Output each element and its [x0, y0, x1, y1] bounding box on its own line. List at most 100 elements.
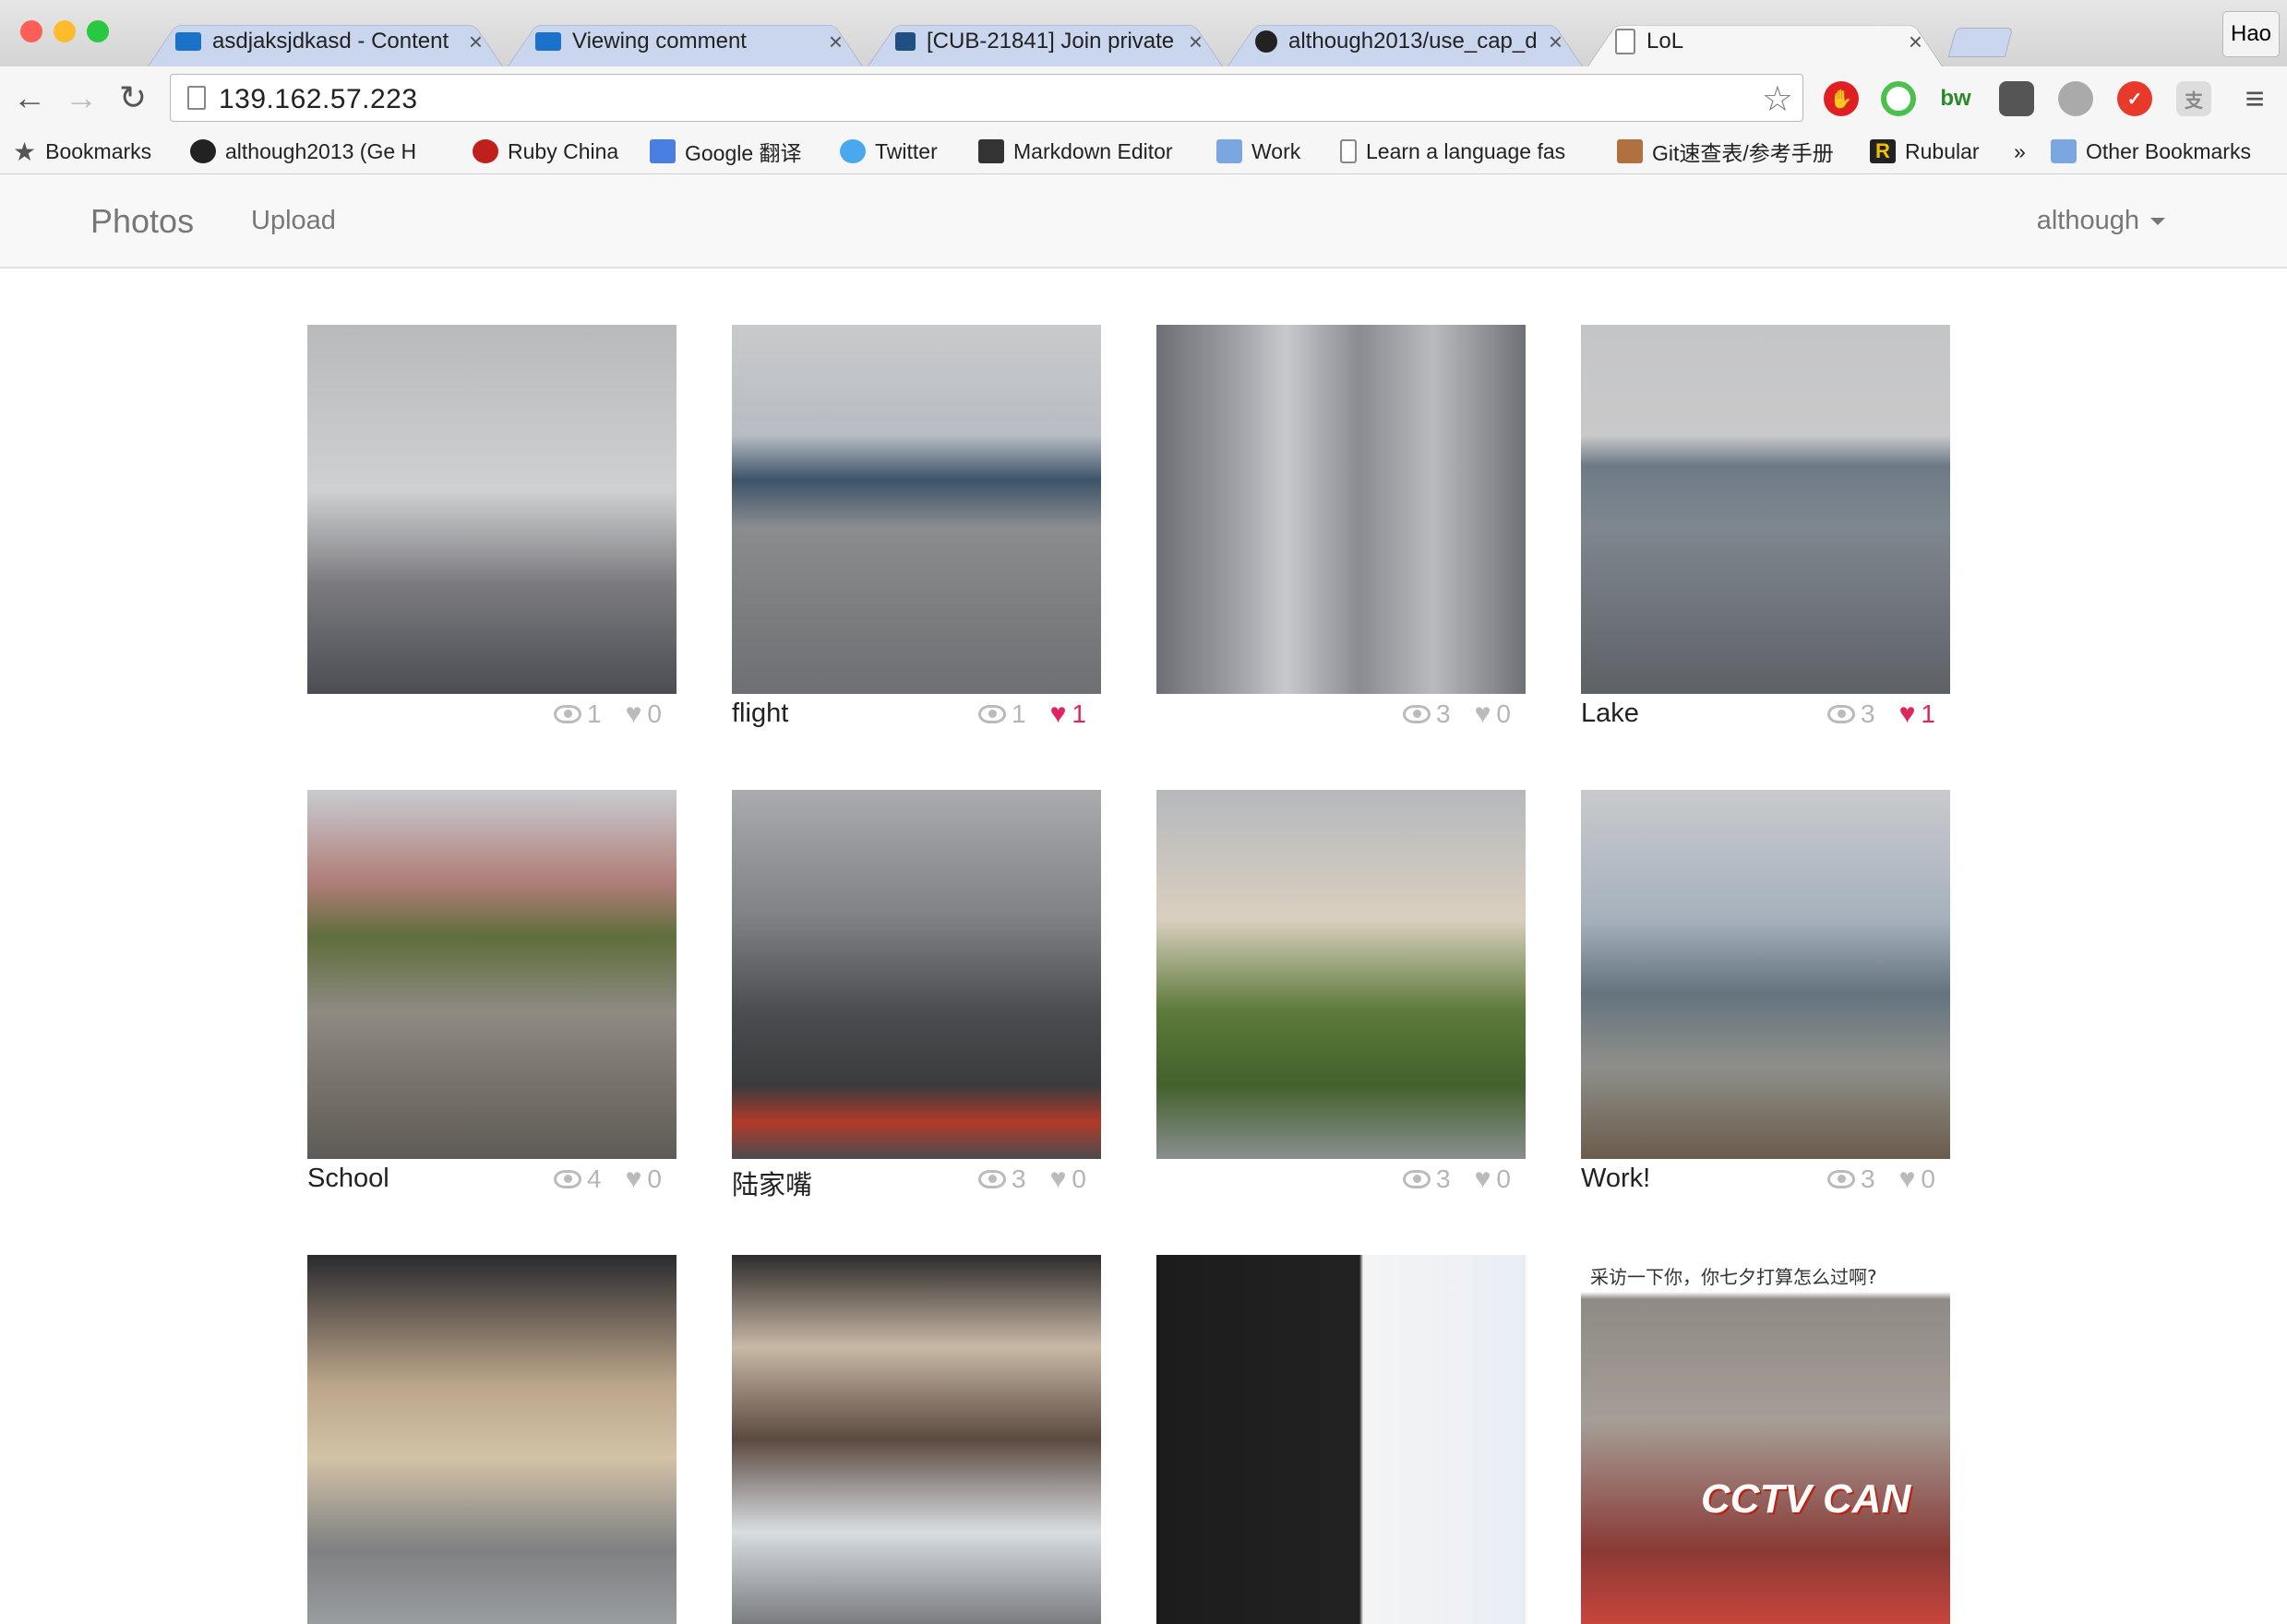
back-arrow-icon[interactable]: ←: [9, 78, 50, 116]
address-url[interactable]: 139.162.57.223: [219, 84, 418, 115]
photo-thumbnail[interactable]: [732, 790, 1101, 1159]
menu-icon[interactable]: ≡: [2237, 79, 2272, 117]
photo-thumbnail[interactable]: [1581, 790, 1950, 1159]
new-tab-button[interactable]: [1947, 28, 2014, 57]
photo-thumbnail[interactable]: [1156, 790, 1526, 1159]
user-menu[interactable]: although: [2037, 206, 2165, 236]
browser-tab-3[interactable]: [CUB-21841] Join private c ×: [868, 17, 1223, 67]
github-icon: [190, 139, 216, 163]
like-button[interactable]: ♥ 0: [626, 699, 662, 729]
browser-tab-4[interactable]: although2013/use_cap_dep ×: [1227, 17, 1583, 67]
photo-thumbnail[interactable]: [307, 1255, 677, 1624]
heart-icon[interactable]: ♥: [626, 700, 642, 728]
photo-card[interactable]: 3 ♥ 0: [1156, 790, 1526, 1193]
bookmarks-overflow-chevron[interactable]: »: [2014, 137, 2026, 166]
ruby-icon: [473, 139, 498, 163]
browser-tab-1[interactable]: asdjaksjdkasd - Content ×: [148, 17, 503, 67]
browser-tab-5-active[interactable]: LoL ×: [1587, 17, 1943, 67]
bookmark-item[interactable]: Ruby China: [473, 137, 618, 166]
heart-icon[interactable]: ♥: [626, 1165, 642, 1193]
like-button[interactable]: ♥ 1: [1899, 699, 1935, 729]
bookmark-item[interactable]: ★ Bookmarks: [13, 137, 151, 166]
heart-icon[interactable]: ♥: [1899, 700, 1916, 728]
photo-card[interactable]: School 4 ♥ 0: [307, 790, 677, 1193]
close-tab-icon[interactable]: ×: [1189, 28, 1203, 56]
heart-icon[interactable]: ♥: [1475, 700, 1491, 728]
browser-tab-2[interactable]: Viewing comment ×: [508, 17, 863, 67]
bookmark-star-icon[interactable]: ☆: [1762, 78, 1793, 120]
photo-card[interactable]: 1 ♥ 0: [307, 325, 677, 728]
photo-thumbnail[interactable]: [1581, 325, 1950, 694]
adblock-icon[interactable]: ✋: [1824, 81, 1859, 116]
like-button[interactable]: ♥ 0: [1899, 1164, 1935, 1194]
close-window-button[interactable]: [20, 20, 42, 42]
eye-icon: [1403, 1170, 1431, 1188]
jira-icon: [895, 32, 916, 51]
photo-card[interactable]: 采访一下你，你七夕打算怎么过啊? CCTV CAN: [1581, 1255, 1950, 1624]
photo-thumbnail[interactable]: 采访一下你，你七夕打算怎么过啊? CCTV CAN: [1581, 1255, 1950, 1624]
maximize-window-button[interactable]: [87, 20, 109, 42]
bookmark-folder[interactable]: Work: [1216, 137, 1300, 166]
green-circle-extension-icon[interactable]: [1881, 81, 1916, 116]
todoist-icon[interactable]: ✓: [2117, 81, 2152, 116]
like-button[interactable]: ♥ 0: [1050, 1164, 1086, 1194]
bookmark-item[interactable]: Markdown Editor: [978, 137, 1173, 166]
photo-card[interactable]: [1156, 1255, 1526, 1624]
close-tab-icon[interactable]: ×: [1909, 28, 1922, 56]
sap-icon: [175, 32, 201, 51]
forward-arrow-icon[interactable]: →: [61, 78, 102, 116]
photo-card[interactable]: [307, 1255, 677, 1624]
eye-icon: [1827, 1170, 1856, 1188]
brand-link[interactable]: Photos: [90, 202, 194, 241]
photo-thumbnail[interactable]: [1156, 325, 1526, 694]
eye-icon: [1827, 705, 1856, 723]
heart-icon[interactable]: ♥: [1475, 1165, 1491, 1193]
evernote-icon[interactable]: [1999, 81, 2034, 116]
view-count-value: 3: [1861, 1164, 1875, 1193]
photo-thumbnail[interactable]: [1156, 1255, 1526, 1624]
photo-card[interactable]: Lake 3 ♥ 1: [1581, 325, 1950, 728]
like-count-value: 0: [1921, 1164, 1935, 1193]
photo-thumbnail[interactable]: [307, 790, 677, 1159]
photo-card[interactable]: 3 ♥ 0: [1156, 325, 1526, 728]
close-tab-icon[interactable]: ×: [829, 28, 843, 56]
photo-thumbnail[interactable]: [307, 325, 677, 694]
bookmark-folder[interactable]: Other Bookmarks: [2051, 137, 2251, 166]
bw-extension-icon[interactable]: bw: [1938, 81, 1973, 116]
eye-icon: [554, 705, 582, 723]
bookmark-item[interactable]: Twitter: [840, 137, 938, 166]
heart-icon[interactable]: ♥: [1899, 1165, 1916, 1193]
photo-thumbnail[interactable]: [732, 325, 1101, 694]
markdown-icon: [978, 139, 1004, 163]
address-bar[interactable]: 139.162.57.223 ☆: [170, 74, 1803, 122]
bookmark-item[interactable]: although2013 (Ge H: [190, 137, 416, 166]
photo-caption: Lake: [1581, 699, 1639, 728]
minimize-window-button[interactable]: [54, 20, 76, 42]
shield-extension-icon[interactable]: 支: [2176, 81, 2211, 116]
photo-caption: School: [307, 1164, 389, 1193]
profile-button[interactable]: Hao: [2222, 11, 2280, 57]
like-count-value: 0: [1496, 699, 1511, 728]
speed-extension-icon[interactable]: [2058, 81, 2093, 116]
bookmark-label: Other Bookmarks: [2086, 138, 2251, 163]
close-tab-icon[interactable]: ×: [1549, 28, 1563, 56]
photo-card[interactable]: [732, 1255, 1101, 1624]
view-count-value: 3: [1861, 699, 1875, 728]
like-button[interactable]: ♥ 1: [1050, 699, 1086, 729]
upload-link[interactable]: Upload: [251, 206, 336, 236]
reload-icon[interactable]: ↻: [113, 78, 153, 116]
heart-icon[interactable]: ♥: [1050, 1165, 1067, 1193]
like-button[interactable]: ♥ 0: [1475, 699, 1511, 729]
photo-card[interactable]: 陆家嘴 3 ♥ 0: [732, 790, 1101, 1200]
photo-thumbnail[interactable]: [732, 1255, 1101, 1624]
like-button[interactable]: ♥ 0: [1475, 1164, 1511, 1194]
photo-card[interactable]: flight 1 ♥ 1: [732, 325, 1101, 728]
like-button[interactable]: ♥ 0: [626, 1164, 662, 1194]
bookmark-item[interactable]: Learn a language fas: [1340, 137, 1565, 166]
bookmark-item[interactable]: Google 翻译: [650, 137, 802, 166]
bookmark-item[interactable]: Git速查表/参考手册: [1617, 137, 1834, 166]
photo-card[interactable]: Work! 3 ♥ 0: [1581, 790, 1950, 1193]
close-tab-icon[interactable]: ×: [469, 28, 483, 56]
heart-icon[interactable]: ♥: [1050, 700, 1067, 728]
bookmark-item[interactable]: R Rubular: [1870, 137, 1980, 166]
